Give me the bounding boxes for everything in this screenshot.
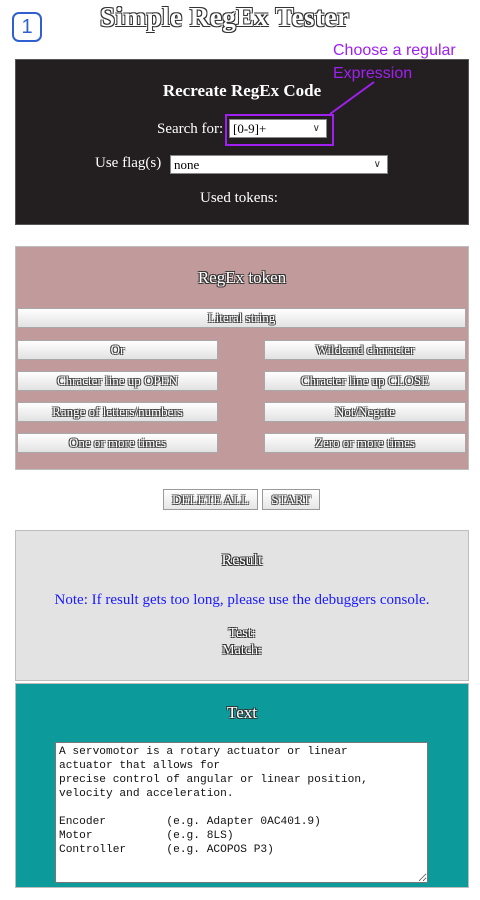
callout-text-line2: Expression [333, 65, 413, 82]
start-button[interactable]: START [262, 489, 320, 510]
search-for-value: [0-9]+ [233, 120, 267, 136]
text-input-area[interactable]: A servomotor is a rotary actuator or lin… [55, 742, 428, 883]
search-label: Search for: [157, 121, 224, 137]
step-badge: 1 [12, 12, 42, 42]
callout-arrow-icon [329, 81, 375, 115]
chevron-down-icon: ∨ [312, 123, 320, 134]
char-lineup-close-button[interactable]: Chracter line up CLOSE [264, 371, 466, 391]
not-negate-button[interactable]: Not/Negate [264, 402, 466, 422]
step-badge-number: 1 [21, 15, 33, 38]
result-heading: Result [221, 552, 263, 569]
flags-select[interactable]: none ∨ [170, 155, 388, 174]
wildcard-button[interactable]: Wildcard character [264, 340, 466, 360]
range-button[interactable]: Range of letters/numbers [17, 402, 218, 422]
one-or-more-button[interactable]: One or more times [17, 433, 218, 453]
recreate-heading: Recreate RegEx Code [162, 81, 322, 100]
result-note: Note: If result gets too long, please us… [54, 592, 430, 608]
token-heading: RegEx token [197, 268, 287, 287]
flags-value: none [174, 156, 200, 172]
literal-string-button[interactable]: Literal string [17, 308, 466, 328]
used-tokens-label: Used tokens: [200, 190, 278, 206]
chevron-down-icon: ∨ [373, 159, 381, 170]
app-title: Simple RegEx Tester [100, 2, 350, 32]
test-label: Test: [228, 626, 256, 641]
text-heading: Text [227, 703, 257, 722]
callout-text-line1: Choose a regular [333, 42, 456, 59]
delete-all-button[interactable]: DELETE ALL [163, 489, 258, 510]
search-for-select[interactable]: [0-9]+ ∨ [229, 119, 327, 138]
zero-or-more-button[interactable]: Zero or more times [264, 433, 466, 453]
or-button[interactable]: Or [17, 340, 218, 360]
flags-label: Use flag(s) [95, 155, 162, 171]
callout-arrow-line [329, 81, 375, 115]
match-label: Match: [222, 643, 262, 658]
char-lineup-open-button[interactable]: Chracter line up OPEN [17, 371, 218, 391]
